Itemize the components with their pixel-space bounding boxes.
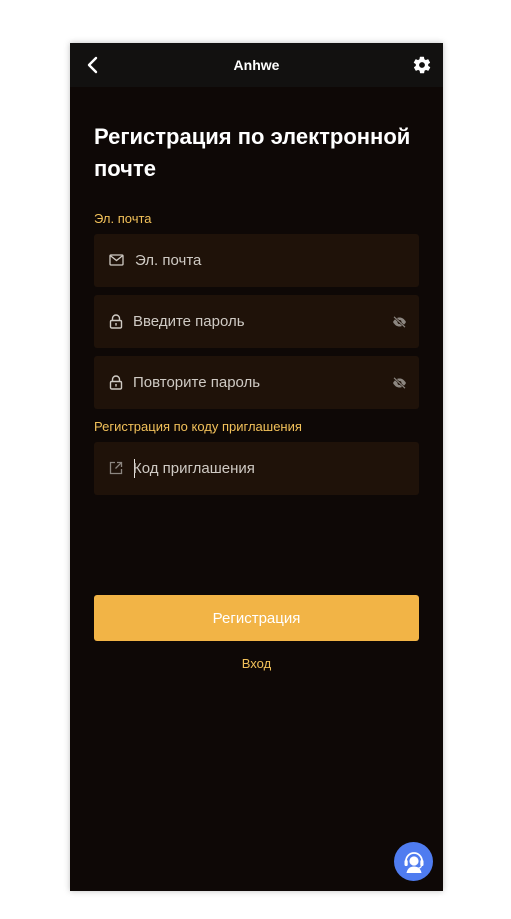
gear-icon xyxy=(413,56,431,74)
register-button[interactable]: Регистрация xyxy=(94,595,419,641)
settings-button[interactable] xyxy=(411,54,433,76)
login-link[interactable]: Вход xyxy=(70,656,443,671)
top-bar: Anhwe xyxy=(70,43,443,87)
eye-off-icon[interactable] xyxy=(391,375,407,391)
app-title: Anhwe xyxy=(233,57,280,73)
invite-code-input[interactable] xyxy=(133,442,383,495)
password-repeat-input[interactable] xyxy=(133,356,383,409)
password-field-container[interactable] xyxy=(94,295,419,348)
password-input[interactable] xyxy=(133,295,383,348)
app-screen: Anhwe Регистрация по электронной почте Э… xyxy=(70,43,443,891)
lock-icon xyxy=(108,313,124,329)
email-input[interactable] xyxy=(135,234,385,287)
external-link-icon xyxy=(108,460,124,476)
eye-off-icon[interactable] xyxy=(391,314,407,330)
email-field-container[interactable] xyxy=(94,234,419,287)
invite-section-label: Регистрация по коду приглашения xyxy=(94,419,302,434)
support-chat-button[interactable] xyxy=(394,842,433,881)
email-section-label: Эл. почта xyxy=(94,211,152,226)
page-title: Регистрация по электронной почте xyxy=(94,124,411,181)
invite-code-field-container[interactable] xyxy=(94,442,419,495)
mail-icon xyxy=(108,252,124,268)
password-repeat-field-container[interactable] xyxy=(94,356,419,409)
headset-agent-icon xyxy=(404,851,423,873)
lock-icon xyxy=(108,374,124,390)
